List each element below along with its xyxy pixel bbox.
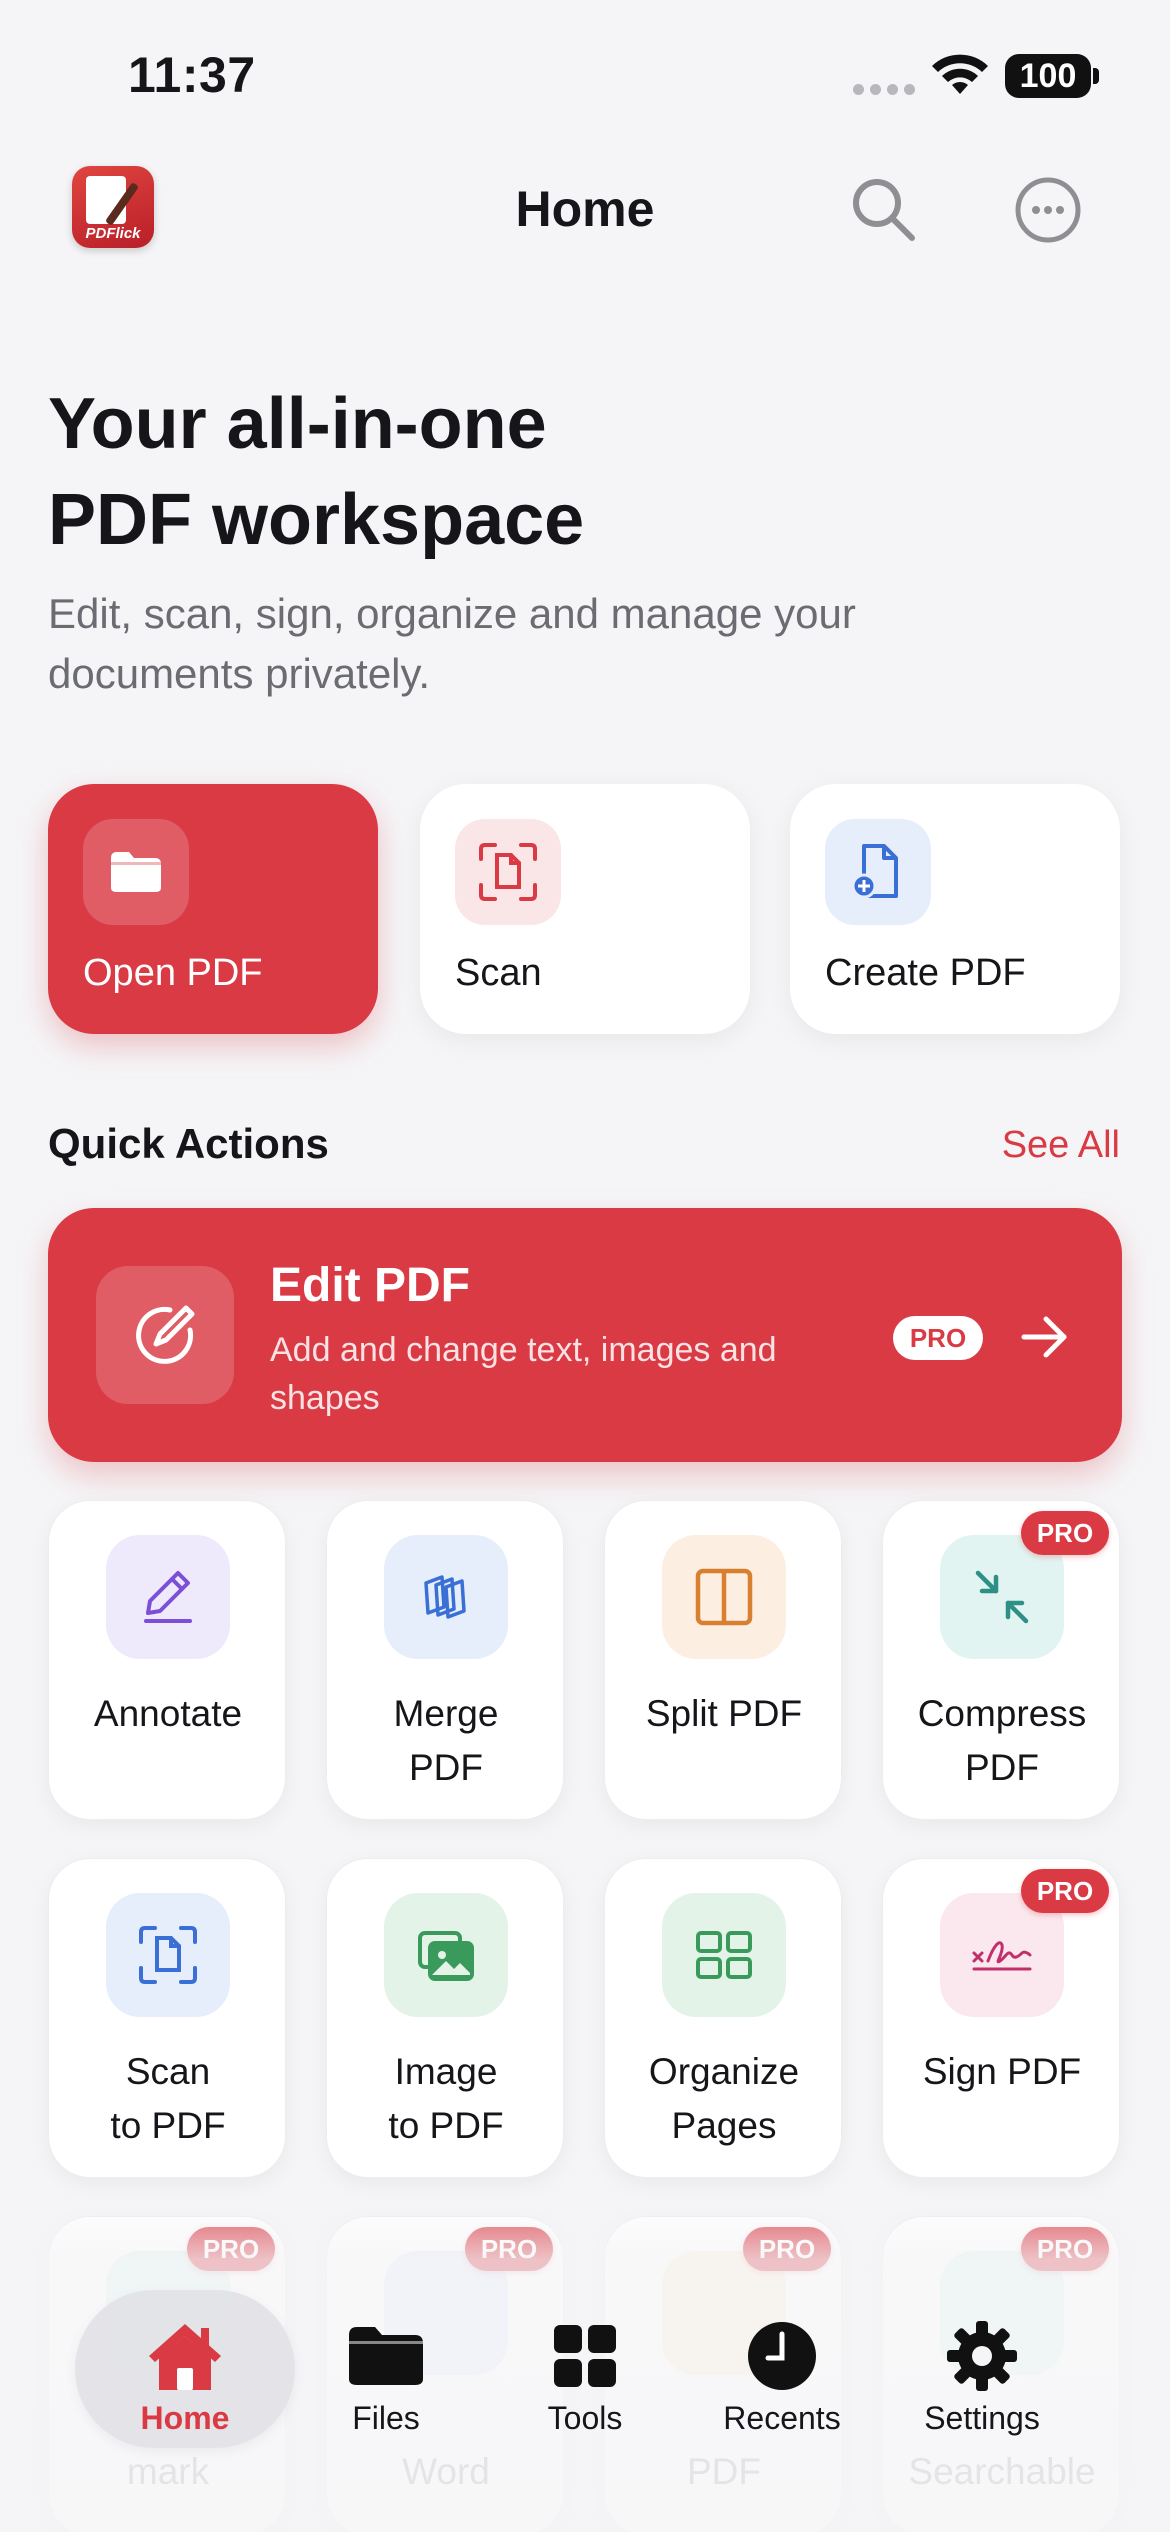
merge-icon	[384, 1535, 508, 1659]
battery-nub	[1093, 68, 1099, 84]
page-title: Home	[515, 181, 655, 237]
search-icon[interactable]	[848, 174, 918, 244]
hero-subtitle: Edit, scan, sign, organize and manage yo…	[48, 590, 856, 697]
pro-badge: PRO	[1021, 2227, 1109, 2271]
pro-badge: PRO	[893, 1316, 983, 1360]
open-pdf-label: Open PDF	[83, 952, 263, 994]
merge-pdf-tool[interactable]: Merge PDF	[326, 1500, 564, 1820]
merge-pdf-label: Merge PDF	[393, 1693, 499, 1788]
image-icon	[384, 1893, 508, 2017]
folder-icon	[83, 819, 189, 925]
tab-tools[interactable]: Tools	[485, 2290, 685, 2450]
create-pdf-button[interactable]: Create PDF	[790, 784, 1120, 1034]
home-icon	[145, 2316, 225, 2396]
arrow-right-icon	[1021, 1316, 1067, 1358]
annotate-tool[interactable]: Annotate	[48, 1500, 286, 1820]
tab-settings-label: Settings	[924, 2400, 1040, 2436]
clock-icon	[742, 2316, 822, 2396]
organize-pages-label: Organize Pages	[648, 2051, 800, 2146]
hero-title-line-1: Your all-in-one	[48, 384, 547, 464]
edit-icon	[96, 1266, 234, 1404]
hero-title-line-2: PDF workspace	[48, 480, 585, 560]
scan-to-pdf-label: Scan to PDF	[110, 2051, 226, 2146]
tab-bar: Home Files Tools Recents Settings	[0, 2290, 1170, 2460]
edit-pdf-button[interactable]: Edit PDF Add and change text, images and…	[48, 1208, 1122, 1462]
more-options-icon[interactable]	[1014, 176, 1082, 244]
tab-home-label: Home	[140, 2400, 230, 2436]
tab-settings[interactable]: Settings	[882, 2290, 1082, 2450]
scan-doc-icon	[106, 1893, 230, 2017]
pencil-icon	[106, 1535, 230, 1659]
tab-files-label: Files	[352, 2400, 420, 2436]
tab-files[interactable]: Files	[286, 2290, 486, 2450]
cellular-signal-icon	[853, 84, 915, 95]
open-pdf-button[interactable]: Open PDF	[48, 784, 378, 1034]
pro-badge: PRO	[465, 2227, 553, 2271]
edit-pdf-subtitle: Add and change text, images and shapes	[270, 1331, 777, 1417]
grid-icon	[545, 2316, 625, 2396]
image-to-pdf-tool[interactable]: Image to PDF	[326, 1858, 564, 2178]
edit-pdf-title: Edit PDF	[270, 1259, 470, 1312]
scan-label: Scan	[455, 952, 542, 994]
image-to-pdf-label: Image to PDF	[388, 2051, 504, 2146]
create-file-icon	[825, 819, 931, 925]
wifi-icon	[932, 54, 988, 94]
status-time: 11:37	[128, 47, 256, 103]
sign-pdf-tool[interactable]: Sign PDF PRO	[882, 1858, 1120, 2178]
tab-recents-label: Recents	[723, 2400, 841, 2436]
pro-badge: PRO	[187, 2227, 275, 2271]
scan-icon	[455, 819, 561, 925]
split-pdf-label: Split PDF	[645, 1693, 803, 1734]
pro-badge: PRO	[1021, 1869, 1109, 1913]
status-bar: 11:37 100	[0, 0, 1170, 150]
gear-icon	[942, 2316, 1022, 2396]
compress-pdf-label: Compress PDF	[917, 1693, 1087, 1788]
folder-icon	[346, 2316, 426, 2396]
grid-icon	[662, 1893, 786, 2017]
scan-to-pdf-tool[interactable]: Scan to PDF	[48, 1858, 286, 2178]
scan-button[interactable]: Scan	[420, 784, 750, 1034]
hero-title: Your all-in-one PDF workspace	[48, 376, 1048, 568]
annotate-label: Annotate	[93, 1693, 243, 1734]
split-pdf-tool[interactable]: Split PDF	[604, 1500, 842, 1820]
tab-tools-label: Tools	[547, 2400, 623, 2436]
tab-recents[interactable]: Recents	[682, 2290, 882, 2450]
split-icon	[662, 1535, 786, 1659]
organize-pages-tool[interactable]: Organize Pages	[604, 1858, 842, 2178]
quick-actions-title: Quick Actions	[48, 1120, 329, 1167]
create-pdf-label: Create PDF	[825, 952, 1026, 994]
nav-bar: PDFlick Home	[0, 150, 1170, 270]
tab-home[interactable]: Home	[75, 2290, 295, 2448]
sign-pdf-label: Sign PDF	[922, 2051, 1082, 2092]
pro-badge: PRO	[743, 2227, 831, 2271]
pro-badge: PRO	[1021, 1511, 1109, 1555]
see-all-link[interactable]: See All	[1002, 1124, 1120, 1167]
compress-pdf-tool[interactable]: Compress PDF PRO	[882, 1500, 1120, 1820]
battery-indicator: 100	[1005, 54, 1091, 98]
